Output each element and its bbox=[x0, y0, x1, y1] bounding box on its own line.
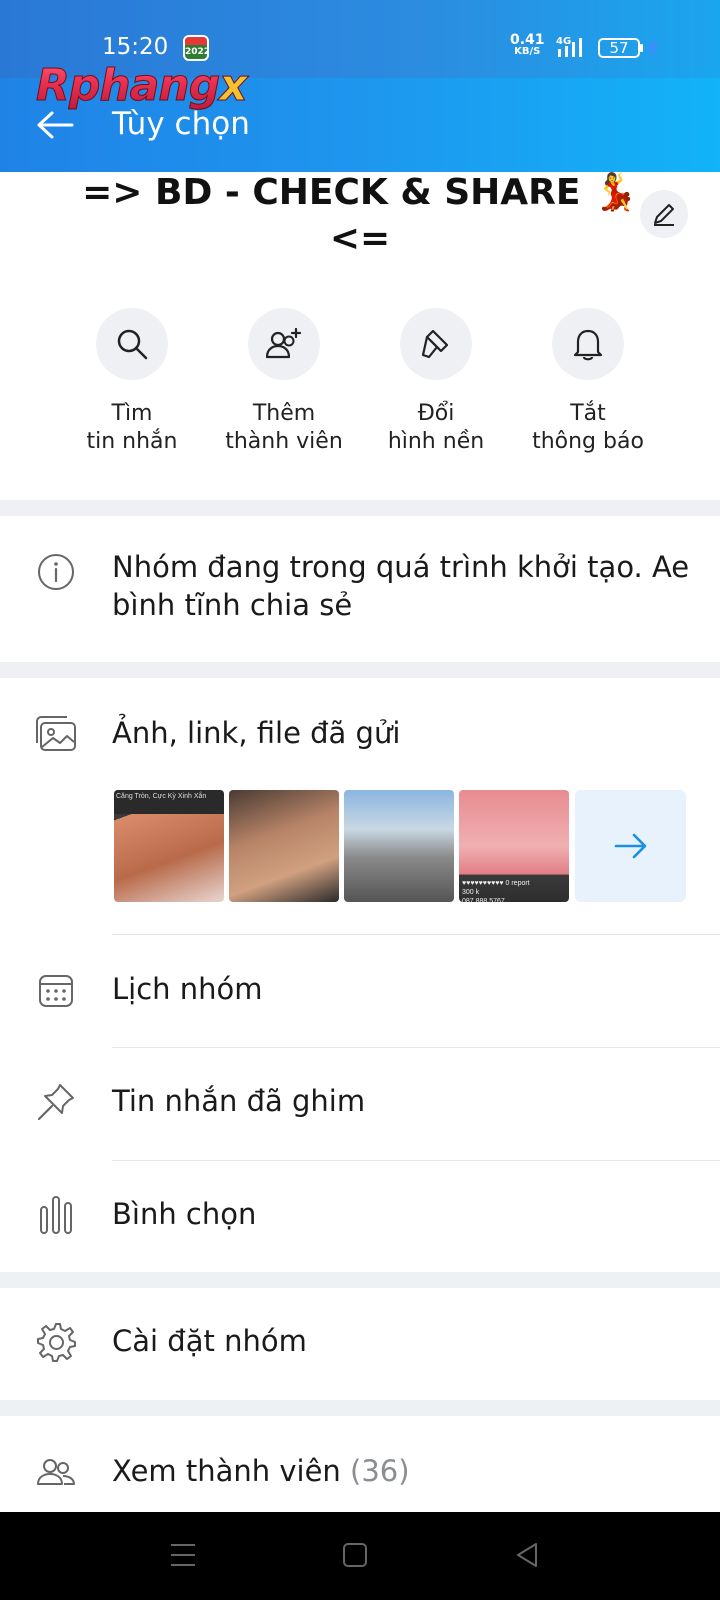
group-name: => BD - CHECK & SHARE 💃 <= bbox=[82, 172, 638, 259]
search-messages-action[interactable]: Tìm tin nhắn bbox=[52, 308, 212, 456]
back-nav-button[interactable] bbox=[504, 1532, 550, 1578]
shared-media-label: Ảnh, link, file đã gửi bbox=[112, 716, 401, 750]
section-separator bbox=[0, 1400, 720, 1416]
add-member-button[interactable] bbox=[248, 308, 320, 380]
media-thumbnail[interactable]: ♥♥♥♥♥♥♥♥♥♥ 0 report 300 k 087.888.5767 bbox=[459, 790, 569, 902]
group-settings-label: Cài đặt nhóm bbox=[112, 1324, 307, 1358]
view-more-media-button[interactable] bbox=[575, 790, 686, 902]
add-member-label: Thêm thành viên bbox=[225, 401, 343, 454]
network-speed: 0.41 KB/S bbox=[510, 32, 545, 57]
poll-row[interactable]: Bình chọn bbox=[0, 1193, 720, 1243]
group-settings-row[interactable]: Cài đặt nhóm bbox=[0, 1320, 720, 1370]
app-header: 15:20 2022 0.41 KB/S 4G 57 Rphangx Tùy c… bbox=[0, 0, 720, 172]
edit-group-name-button[interactable] bbox=[640, 190, 688, 238]
menu-lines-icon bbox=[171, 1544, 195, 1566]
members-icon bbox=[34, 1450, 78, 1494]
section-separator bbox=[0, 500, 720, 516]
change-background-button[interactable] bbox=[400, 308, 472, 380]
square-icon bbox=[343, 1543, 367, 1567]
info-icon bbox=[34, 550, 78, 594]
media-thumbnail[interactable]: Căng Tròn, Cực Kỳ Xinh Xắn bbox=[114, 790, 224, 902]
members-count: (36) bbox=[350, 1454, 410, 1488]
media-thumbnail[interactable] bbox=[344, 790, 454, 902]
pencil-icon bbox=[654, 204, 674, 226]
paint-brush-icon bbox=[421, 329, 449, 359]
photo-gallery-icon bbox=[34, 712, 78, 756]
signal-icon: 4G bbox=[556, 36, 582, 57]
system-navigation-bar bbox=[0, 1512, 720, 1600]
charging-bolt-icon bbox=[647, 38, 659, 58]
recent-apps-button[interactable] bbox=[160, 1532, 206, 1578]
triangle-back-icon bbox=[517, 1543, 537, 1567]
calendar-app-icon: 2022 bbox=[183, 35, 209, 61]
arrow-right-icon bbox=[614, 833, 646, 859]
add-member-action[interactable]: Thêm thành viên bbox=[204, 308, 364, 456]
gear-icon bbox=[34, 1320, 78, 1364]
group-description-text: Nhóm đang trong quá trình khởi tạo. Ae b… bbox=[112, 550, 690, 622]
home-button[interactable] bbox=[332, 1532, 378, 1578]
add-member-icon bbox=[265, 327, 302, 359]
group-calendar-label: Lịch nhóm bbox=[112, 972, 263, 1006]
svg-text:4G: 4G bbox=[556, 36, 571, 47]
row-divider bbox=[112, 934, 720, 935]
arrow-left-icon bbox=[37, 111, 74, 139]
row-divider bbox=[112, 1160, 720, 1161]
pinned-messages-label: Tin nhắn đã ghim bbox=[112, 1084, 366, 1118]
poll-chart-icon bbox=[34, 1193, 78, 1237]
page-title: Tùy chọn bbox=[112, 106, 250, 142]
view-members-row[interactable]: Xem thành viên (36) bbox=[0, 1450, 720, 1500]
mute-notifications-label: Tắt thông báo bbox=[532, 401, 644, 454]
mute-notifications-action[interactable]: Tắt thông báo bbox=[508, 308, 668, 456]
battery-tip bbox=[640, 44, 643, 52]
row-divider bbox=[112, 1047, 720, 1048]
section-separator bbox=[0, 662, 720, 678]
group-calendar-row[interactable]: Lịch nhóm bbox=[0, 968, 720, 1018]
view-members-label: Xem thành viên (36) bbox=[112, 1454, 410, 1488]
search-icon bbox=[117, 329, 148, 360]
mute-notifications-button[interactable] bbox=[552, 308, 624, 380]
battery-indicator: 57 bbox=[598, 38, 640, 58]
pinned-messages-row[interactable]: Tin nhắn đã ghim bbox=[0, 1080, 720, 1130]
section-separator bbox=[0, 1272, 720, 1288]
poll-label: Bình chọn bbox=[112, 1197, 257, 1231]
calendar-icon bbox=[34, 968, 78, 1012]
bell-icon bbox=[573, 329, 603, 361]
change-background-label: Đổi hình nền bbox=[387, 401, 485, 454]
status-time: 15:20 bbox=[102, 34, 169, 60]
quick-actions: Tìm tin nhắn Thêm thành viên Đổi hình nề… bbox=[0, 308, 720, 468]
pin-icon bbox=[34, 1080, 78, 1124]
shared-media-row[interactable]: Ảnh, link, file đã gửi bbox=[0, 712, 720, 762]
search-messages-button[interactable] bbox=[96, 308, 168, 380]
back-button[interactable] bbox=[30, 102, 80, 148]
search-messages-label: Tìm tin nhắn bbox=[86, 401, 178, 454]
change-background-action[interactable]: Đổi hình nền bbox=[356, 308, 516, 456]
media-thumbnail[interactable] bbox=[229, 790, 339, 902]
